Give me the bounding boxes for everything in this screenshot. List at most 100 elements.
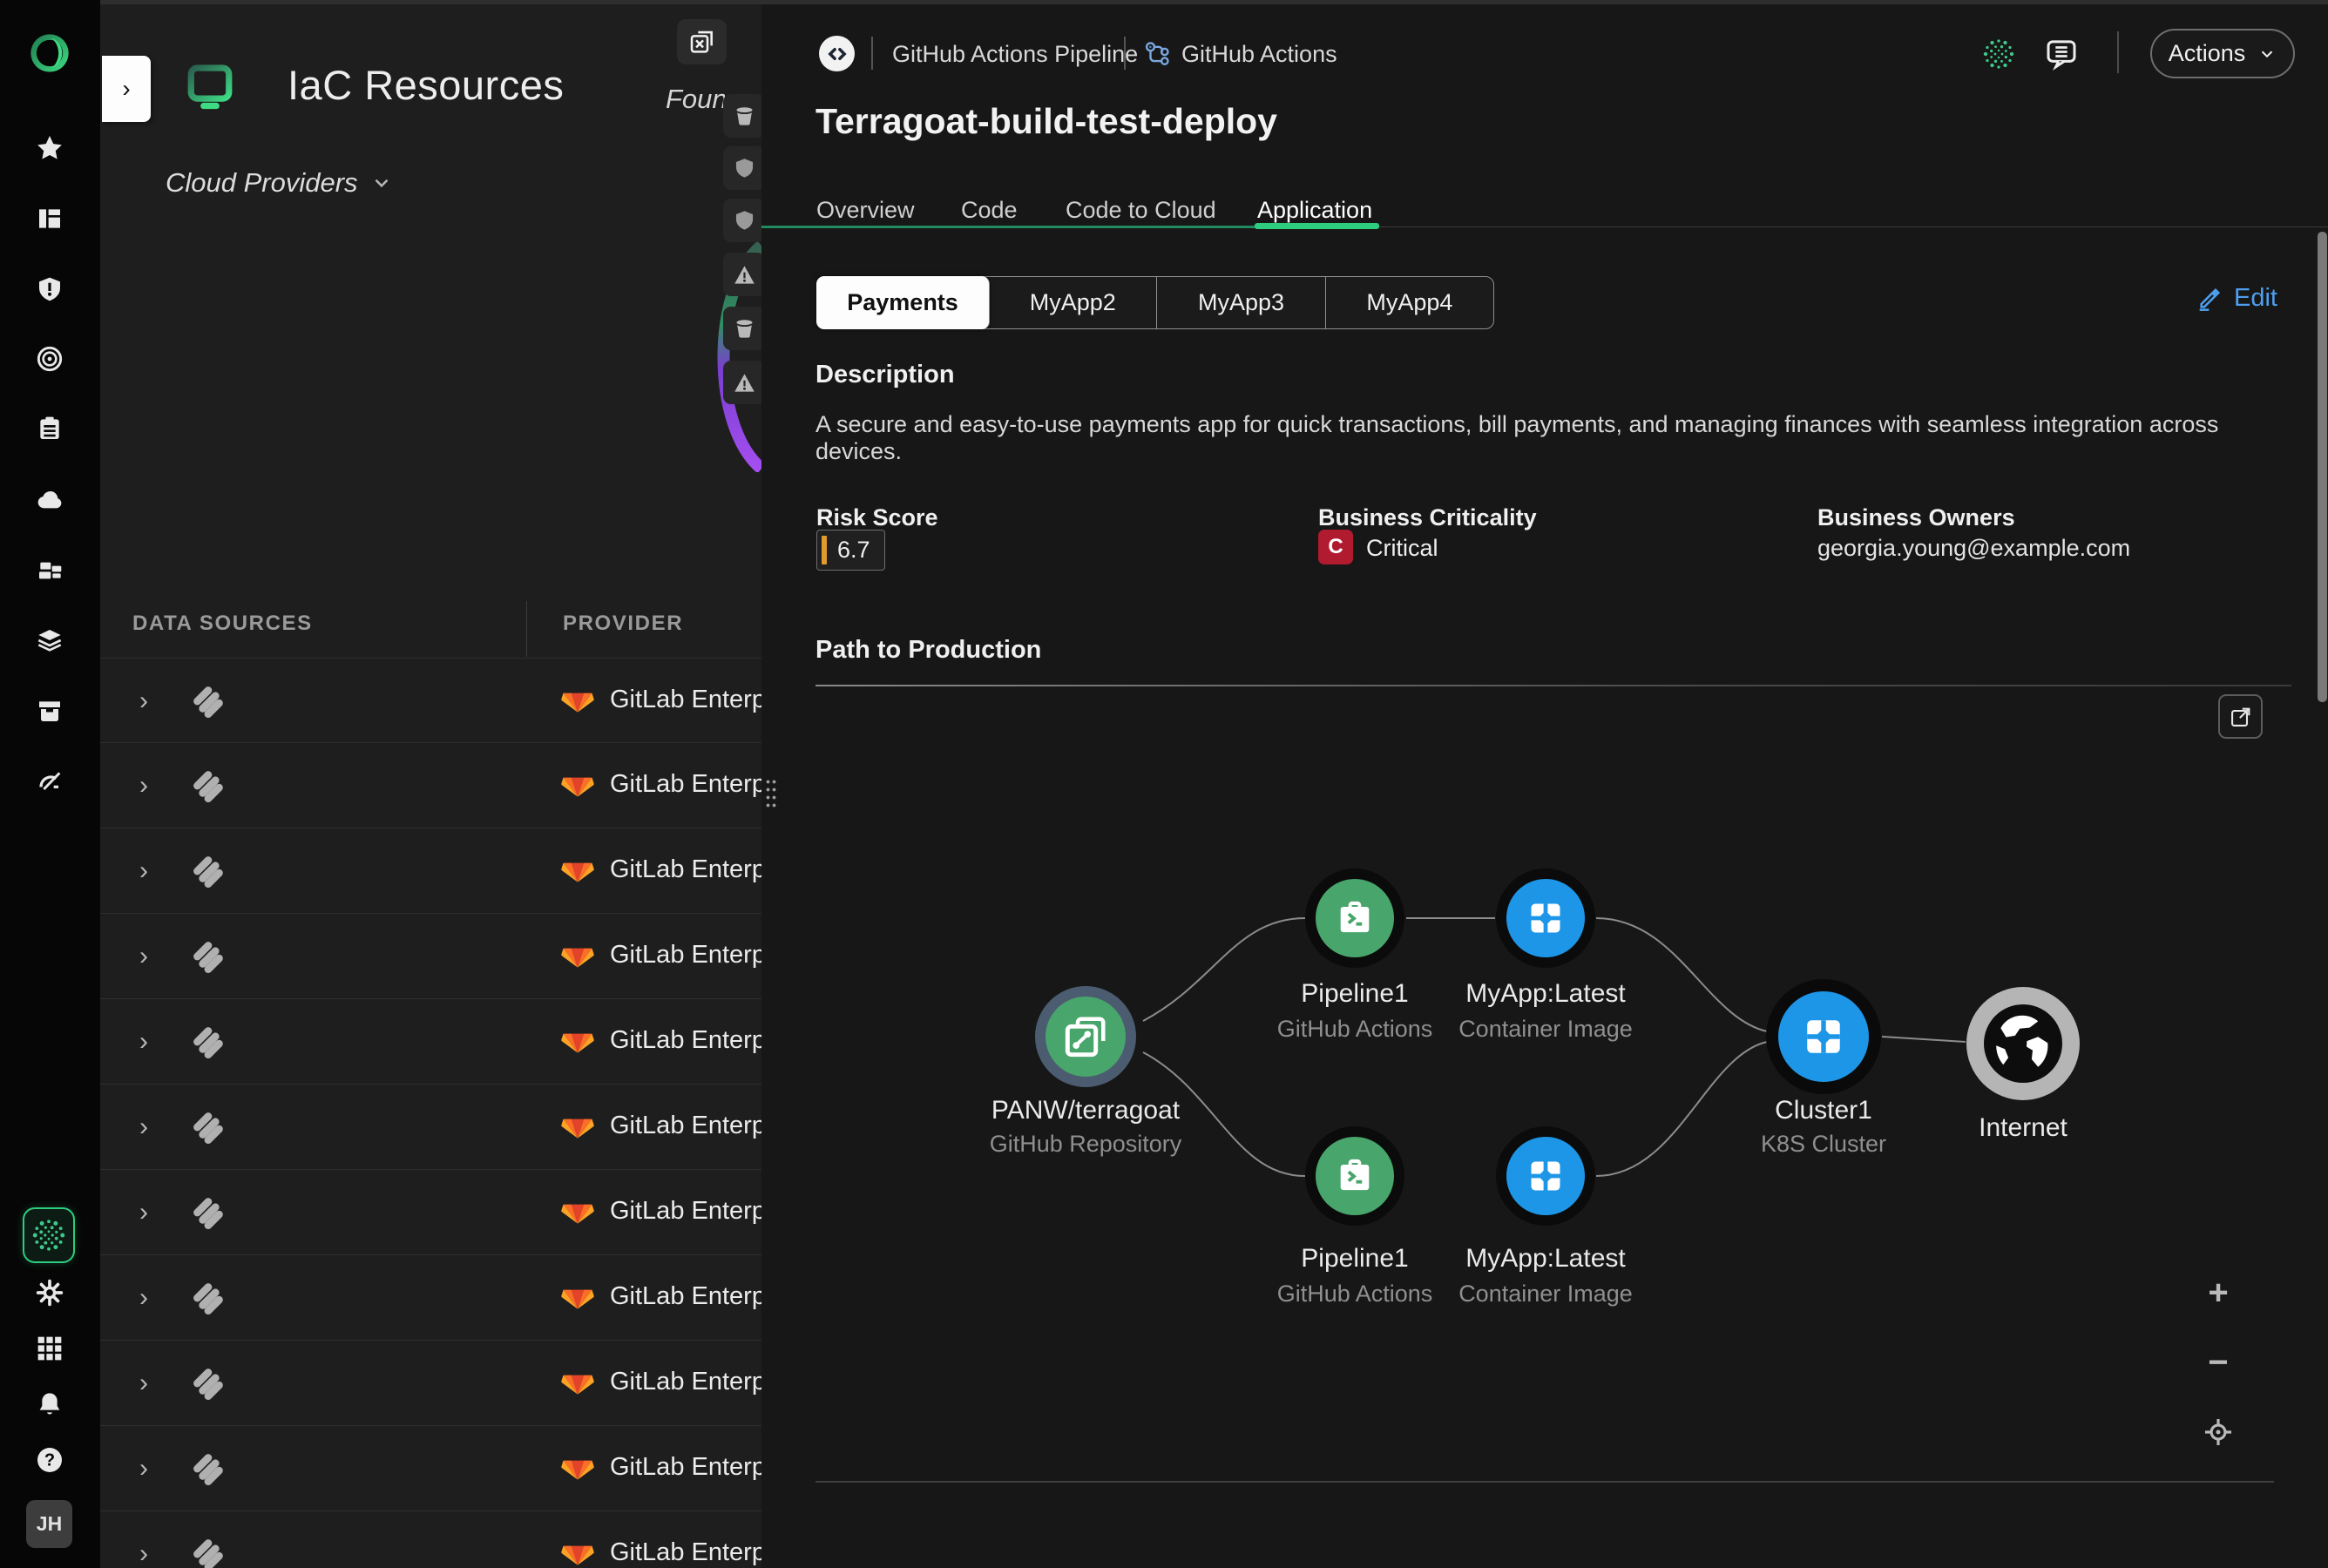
scrollbar[interactable]: [2318, 232, 2327, 702]
trash-tile-icon[interactable]: [723, 307, 765, 350]
edit-button[interactable]: Edit: [2196, 284, 2277, 313]
table-row[interactable]: › GitLab Enterprise: [100, 743, 761, 828]
breadcrumb-page: GitHub Actions Pipeline: [892, 41, 1138, 68]
shield-tile-icon[interactable]: [723, 199, 765, 242]
provider-label: GitLab Enterprise: [610, 1197, 761, 1226]
table-row[interactable]: › GitLab Enterprise: [100, 658, 761, 743]
node-label: Internet: [1884, 1113, 2162, 1143]
table-row[interactable]: › GitLab Enterprise: [100, 1426, 761, 1511]
notifications-bell-icon[interactable]: [34, 1389, 65, 1420]
copilot-icon[interactable]: [1981, 37, 2016, 71]
row-expand-chevron[interactable]: ›: [139, 1112, 148, 1142]
reports-clipboard-icon[interactable]: [34, 413, 65, 444]
trash-tile-icon[interactable]: [723, 94, 765, 138]
center-view-button[interactable]: [2199, 1413, 2237, 1451]
svg-text:?: ?: [44, 1451, 55, 1470]
warning-tile-icon[interactable]: [723, 253, 765, 296]
column-header-provider: PROVIDER: [563, 612, 683, 636]
risk-score-badge: 6.7: [816, 530, 885, 571]
iac-resources-icon: [183, 63, 237, 118]
dashboards-icon[interactable]: [34, 203, 65, 234]
row-expand-chevron[interactable]: ›: [139, 942, 148, 971]
brand-logo-icon[interactable]: [26, 30, 73, 77]
table-row[interactable]: › GitLab Enterprise: [100, 1255, 761, 1341]
table-row[interactable]: › GitLab Enterprise: [100, 1085, 761, 1170]
row-expand-chevron[interactable]: ›: [139, 1283, 148, 1313]
table-row[interactable]: › GitLab Enterprise: [100, 914, 761, 999]
cloud-providers-label: Cloud Providers: [166, 167, 358, 199]
provider-label: GitLab Enterprise: [610, 1368, 761, 1396]
app-tab-myapp2[interactable]: MyApp2: [989, 277, 1157, 328]
row-expand-chevron[interactable]: ›: [139, 1369, 148, 1398]
favorites-star-icon[interactable]: [34, 132, 65, 164]
expand-diagram-icon[interactable]: [2218, 694, 2263, 739]
data-sources-rows: › GitLab Enterprise ›: [100, 658, 761, 1568]
row-expand-chevron[interactable]: ›: [139, 856, 148, 886]
node-pipeline-top[interactable]: [1305, 868, 1404, 968]
inventory-box-icon[interactable]: [34, 695, 65, 727]
actions-label: Actions: [2169, 40, 2246, 67]
app-tab-myapp4[interactable]: MyApp4: [1326, 277, 1493, 328]
app-tab-myapp3[interactable]: MyApp3: [1157, 277, 1325, 328]
copilot-button[interactable]: [23, 1207, 75, 1263]
panel-expand-button[interactable]: ›: [102, 56, 151, 122]
breadcrumb-divider: [1124, 37, 1126, 70]
row-expand-chevron[interactable]: ›: [139, 1198, 148, 1227]
tab-application[interactable]: Application: [1257, 197, 1372, 224]
actions-button[interactable]: Actions: [2150, 29, 2295, 78]
table-row[interactable]: › GitLab Enterprise: [100, 999, 761, 1085]
data-source-icon: [187, 1019, 231, 1067]
node-type-label: Container Image: [1406, 1016, 1685, 1043]
row-expand-chevron[interactable]: ›: [139, 1027, 148, 1057]
layers-icon[interactable]: [34, 625, 65, 656]
assets-blocks-icon[interactable]: [34, 555, 65, 586]
node-pipeline-bottom[interactable]: [1305, 1126, 1404, 1226]
zoom-out-button[interactable]: −: [2199, 1343, 2237, 1382]
tab-code[interactable]: Code: [961, 197, 1018, 224]
shield-tile-icon[interactable]: [723, 146, 765, 190]
gitlab-logo-icon: [560, 1278, 595, 1315]
table-row[interactable]: › GitLab Enterprise: [100, 1170, 761, 1255]
provider-label: GitLab Enterprise: [610, 941, 761, 970]
provider-label: GitLab Enterprise: [610, 1282, 761, 1311]
panel-resize-handle[interactable]: [765, 778, 777, 808]
warning-tile-icon[interactable]: [723, 361, 765, 404]
table-row[interactable]: › GitLab Enterprise: [100, 1341, 761, 1426]
data-source-icon: [187, 1275, 231, 1323]
node-container-image-top[interactable]: [1496, 868, 1595, 968]
node-container-image-bottom[interactable]: [1496, 1126, 1595, 1226]
comments-icon[interactable]: [2044, 37, 2079, 71]
cloud-providers-dropdown[interactable]: Cloud Providers: [166, 167, 393, 199]
issues-shield-icon[interactable]: [34, 274, 65, 305]
path-to-production-heading: Path to Production: [815, 636, 1041, 665]
window-top-edge: [100, 0, 2328, 4]
tab-code-to-cloud[interactable]: Code to Cloud: [1066, 197, 1216, 224]
provider-label: GitLab Enterprise: [610, 855, 761, 884]
close-panel-icon[interactable]: [677, 19, 727, 64]
row-expand-chevron[interactable]: ›: [139, 686, 148, 716]
node-github-repository[interactable]: [1035, 986, 1136, 1087]
row-expand-chevron[interactable]: ›: [139, 1539, 148, 1568]
apps-grid-icon[interactable]: [34, 1333, 65, 1364]
app-tab-payments[interactable]: Payments: [816, 276, 990, 329]
pencil-icon: [2196, 285, 2223, 313]
provider-label: GitLab Enterprise: [610, 1112, 761, 1140]
attack-surface-target-icon[interactable]: [34, 343, 65, 375]
settings-gear-icon[interactable]: [34, 1277, 65, 1308]
row-expand-chevron[interactable]: ›: [139, 1454, 148, 1484]
zoom-in-button[interactable]: +: [2199, 1274, 2237, 1312]
table-row[interactable]: › GitLab Enterprise: [100, 1511, 761, 1568]
user-avatar[interactable]: JH: [26, 1500, 72, 1548]
data-source-icon: [187, 763, 231, 811]
data-source-icon: [187, 1361, 231, 1409]
tab-overview[interactable]: Overview: [816, 197, 915, 224]
cloud-icon[interactable]: [34, 484, 65, 516]
risk-score-accent: [822, 536, 827, 564]
node-internet[interactable]: [1966, 987, 2080, 1100]
table-row[interactable]: › GitLab Enterprise: [100, 828, 761, 914]
row-expand-chevron[interactable]: ›: [139, 771, 148, 801]
gauge-icon[interactable]: [34, 765, 65, 796]
node-k8s-cluster[interactable]: [1766, 979, 1881, 1094]
data-source-icon: [187, 934, 231, 982]
help-icon[interactable]: ?: [34, 1444, 65, 1476]
